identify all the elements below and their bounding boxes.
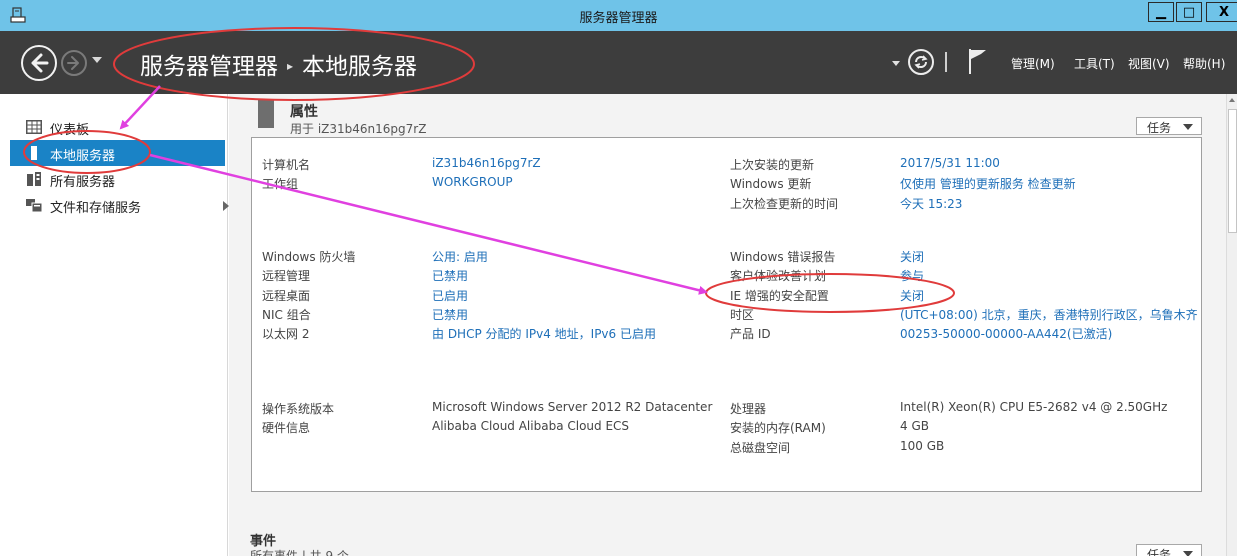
dashboard-icon (26, 120, 42, 134)
header-divider (945, 52, 947, 72)
property-label: 上次安装的更新 (730, 158, 815, 172)
property-label: 计算机名 (262, 158, 311, 172)
property-value-error-reporting[interactable]: 关闭 (900, 248, 924, 265)
chevron-down-icon (1183, 124, 1193, 130)
events-tasks-button[interactable]: 任务 (1136, 544, 1202, 556)
all-servers-icon (27, 172, 41, 186)
properties-subtitle: 用于 iZ31b46n16pg7rZ (290, 122, 427, 136)
file-storage-icon (26, 199, 42, 212)
refresh-icon (914, 55, 928, 69)
minimize-icon: ▁ (1156, 4, 1166, 20)
property-label: 总磁盘空间 (730, 441, 791, 455)
sidebar-item-dashboard[interactable]: 仪表板 (10, 114, 225, 140)
properties-title: 属性 (290, 104, 318, 120)
forward-arrow-icon (67, 56, 79, 70)
back-button[interactable] (21, 45, 57, 81)
section-header-icon (258, 100, 274, 128)
header-dropdown-icon[interactable] (892, 61, 900, 66)
property-label: 硬件信息 (262, 421, 311, 435)
property-value-firewall[interactable]: 公用: 启用 (432, 248, 488, 265)
sidebar: 仪表板 本地服务器 所有服务器 文件和存储服务 (0, 94, 229, 556)
close-button[interactable]: X (1206, 2, 1237, 22)
property-label: Windows 防火墙 (262, 250, 356, 264)
property-value-computer-name[interactable]: iZ31b46n16pg7rZ (432, 156, 541, 170)
forward-button[interactable] (61, 50, 87, 76)
property-value-last-checked-updates[interactable]: 今天 15:23 (900, 195, 962, 212)
sidebar-item-file-storage[interactable]: 文件和存储服务 (10, 192, 229, 218)
property-label: 处理器 (730, 402, 767, 416)
property-value-last-installed-updates[interactable]: 2017/5/31 11:00 (900, 156, 1000, 170)
menu-help[interactable]: 帮助(H) (1183, 55, 1225, 72)
main-content: 属性 用于 iZ31b46n16pg7rZ 任务 计算机名 iZ31b46n16… (229, 94, 1226, 556)
header-bar: 服务器管理器 ▸ 本地服务器 管理(M) 工具(T) 视图(V) 帮助(H) (0, 31, 1237, 94)
tasks-label: 任务 (1147, 548, 1172, 556)
property-value-windows-update[interactable]: 仅使用 管理的更新服务 检查更新 (900, 175, 1076, 192)
property-value-os-version: Microsoft Windows Server 2012 R2 Datacen… (432, 400, 713, 414)
property-label: 远程管理 (262, 269, 311, 283)
breadcrumb: 服务器管理器 ▸ 本地服务器 (140, 47, 417, 81)
property-value-ram: 4 GB (900, 419, 929, 433)
breadcrumb-root[interactable]: 服务器管理器 (140, 54, 278, 80)
breadcrumb-separator-icon: ▸ (287, 59, 294, 73)
sidebar-item-label: 所有服务器 (50, 175, 116, 190)
minimize-button[interactable]: ▁ (1148, 2, 1174, 22)
menu-manage[interactable]: 管理(M) (1011, 55, 1055, 72)
property-value-product-id[interactable]: 00253-50000-00000-AA442(已激活) (900, 325, 1112, 342)
menu-tools[interactable]: 工具(T) (1074, 55, 1115, 72)
refresh-button[interactable] (908, 49, 934, 75)
properties-tasks-button[interactable]: 任务 (1136, 117, 1202, 135)
notifications-flag-icon[interactable] (967, 47, 989, 75)
close-icon: X (1218, 4, 1230, 20)
property-label: 以太网 2 (262, 327, 310, 341)
sidebar-item-label: 本地服务器 (50, 149, 116, 164)
property-label: 安装的内存(RAM) (730, 421, 826, 435)
property-value-disk-space: 100 GB (900, 439, 945, 453)
local-server-icon (31, 146, 37, 160)
property-label: IE 增强的安全配置 (730, 289, 829, 303)
property-value-workgroup[interactable]: WORKGROUP (432, 175, 513, 189)
properties-panel: 计算机名 iZ31b46n16pg7rZ 工作组 WORKGROUP Windo… (251, 137, 1202, 492)
scroll-up-icon[interactable] (1229, 98, 1235, 102)
window-title: 服务器管理器 (579, 11, 658, 26)
property-label: 远程桌面 (262, 289, 311, 303)
tasks-label: 任务 (1147, 121, 1172, 135)
property-value-remote-management[interactable]: 已禁用 (432, 267, 468, 284)
property-value-hardware: Alibaba Cloud Alibaba Cloud ECS (432, 419, 630, 433)
property-label: NIC 组合 (262, 308, 311, 322)
property-value-ceip[interactable]: 参与 (900, 267, 924, 284)
property-label: 上次检查更新的时间 (730, 197, 839, 211)
maximize-icon: □ (1182, 4, 1196, 20)
maximize-button[interactable]: □ (1176, 2, 1202, 22)
sidebar-item-label: 仪表板 (50, 123, 90, 138)
property-label: Windows 更新 (730, 177, 812, 191)
vertical-scrollbar[interactable] (1226, 94, 1237, 556)
property-value-time-zone[interactable]: (UTC+08:00) 北京，重庆，香港特别行政区，乌鲁木齐 (900, 306, 1198, 323)
breadcrumb-current: 本地服务器 (302, 54, 418, 80)
back-arrow-icon (31, 53, 49, 73)
property-value-processor: Intel(R) Xeon(R) CPU E5-2682 v4 @ 2.50GH… (900, 400, 1168, 414)
events-subtitle: 所有事件 | 共 9 个 (250, 549, 349, 556)
property-value-ie-esc[interactable]: 关闭 (900, 287, 924, 304)
title-bar: 服务器管理器 ▁ □ X (0, 0, 1237, 31)
sidebar-item-all-servers[interactable]: 所有服务器 (10, 166, 225, 192)
chevron-down-icon (1183, 551, 1193, 556)
property-label: 操作系统版本 (262, 402, 335, 416)
property-value-remote-desktop[interactable]: 已启用 (432, 287, 468, 304)
property-value-nic-teaming[interactable]: 已禁用 (432, 306, 468, 323)
sidebar-item-label: 文件和存储服务 (50, 201, 142, 216)
property-label: 工作组 (262, 177, 299, 191)
property-label: 产品 ID (730, 327, 771, 341)
sidebar-item-local-server[interactable]: 本地服务器 (10, 140, 225, 166)
scroll-thumb[interactable] (1228, 109, 1237, 233)
property-label: 客户体验改善计划 (730, 269, 827, 283)
property-label: Windows 错误报告 (730, 250, 836, 264)
property-label: 时区 (730, 308, 755, 322)
menu-view[interactable]: 视图(V) (1128, 55, 1170, 72)
history-dropdown-icon[interactable] (92, 57, 102, 63)
property-value-ethernet[interactable]: 由 DHCP 分配的 IPv4 地址，IPv6 已启用 (432, 325, 656, 342)
